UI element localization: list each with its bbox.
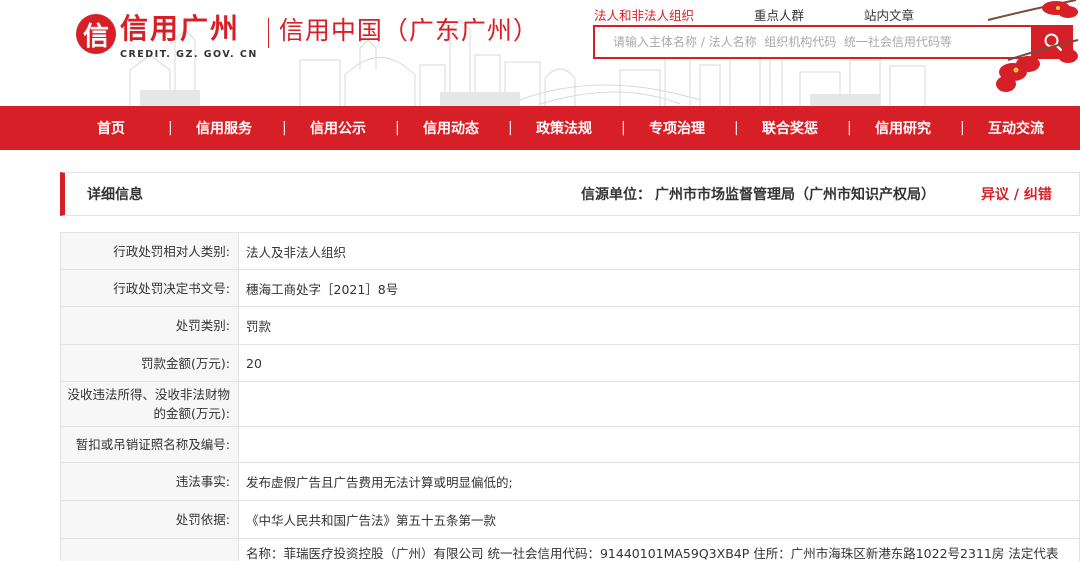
site-header: 信 信用广州 CREDIT. GZ. GOV. CN 信用中国（广东广州） 法人… (0, 0, 1080, 106)
objection-correction-link[interactable]: 异议 / 纠错 (981, 184, 1052, 204)
search-tab-site-articles[interactable]: 站内文章 (864, 5, 914, 24)
row-value (238, 426, 1080, 463)
nav-credit-publicity[interactable]: 信用公示 (310, 118, 366, 138)
logo-title: 信用广州 (120, 12, 241, 45)
table-row: 违法事实: 发布虚假广告且广告费用无法计算或明显偏低的; (60, 462, 1080, 501)
table-row: 处罚依据: 《中华人民共和国广告法》第五十五条第一款 (60, 500, 1080, 539)
site-logo[interactable]: 信 信用广州 CREDIT. GZ. GOV. CN 信用中国（广东广州） (76, 12, 539, 72)
table-row: 行政处罚决定书文号: 穗海工商处字［2021］8号 (60, 269, 1080, 307)
row-label: 没收违法所得、没收非法财物的金额(万元): (60, 381, 239, 427)
kapok-flower-decoration (987, 0, 1079, 92)
nav-separator: | (621, 120, 626, 136)
row-label: 行政处罚相对人类别: (60, 232, 239, 270)
search-box (593, 25, 1033, 59)
row-label: 行政处罚决定书文号: (60, 269, 239, 307)
main-nav: 首页 | 信用服务 | 信用公示 | 信用动态 | 政策法规 | 专项治理 | … (0, 106, 1080, 150)
row-label: 处罚依据: (60, 500, 239, 539)
nav-credit-services[interactable]: 信用服务 (196, 118, 252, 138)
row-value: 《中华人民共和国广告法》第五十五条第一款 (238, 500, 1080, 539)
row-label: 违法事实: (60, 462, 239, 501)
nav-separator: | (734, 120, 739, 136)
row-label: 暂扣或吊销证照名称及编号: (60, 426, 239, 463)
source-label: 信源单位： (581, 187, 651, 203)
row-value: 穗海工商处字［2021］8号 (238, 269, 1080, 307)
nav-joint-rewards[interactable]: 联合奖惩 (762, 118, 818, 138)
row-value: 罚款 (238, 306, 1080, 345)
search-input[interactable] (595, 27, 1031, 57)
row-value: 发布虚假广告且广告费用无法计算或明显偏低的; (238, 462, 1080, 501)
search-tabs: 法人和非法人组织 重点人群 站内文章 (594, 5, 974, 24)
source-value: 广州市市场监督管理局（广州市知识产权局） (655, 187, 935, 203)
nav-special-governance[interactable]: 专项治理 (649, 118, 705, 138)
nav-credit-research[interactable]: 信用研究 (875, 118, 931, 138)
table-row: 没收违法所得、没收非法财物的金额(万元): (60, 381, 1080, 427)
nav-separator: | (847, 120, 852, 136)
row-value: 名称：菲瑞医疗投资控股（广州）有限公司 统一社会信用代码：91440101MA5… (238, 538, 1080, 561)
row-label (60, 538, 239, 561)
table-row: 处罚类别: 罚款 (60, 306, 1080, 345)
table-row: 行政处罚相对人类别: 法人及非法人组织 (60, 232, 1080, 270)
nav-home[interactable]: 首页 (97, 118, 125, 138)
row-label: 罚款金额(万元): (60, 344, 239, 382)
row-value: 20 (238, 344, 1080, 382)
logo-mark: 信 (76, 14, 116, 54)
nav-separator: | (282, 120, 287, 136)
nav-credit-news[interactable]: 信用动态 (423, 118, 479, 138)
nav-policies[interactable]: 政策法规 (536, 118, 592, 138)
nav-separator: | (168, 120, 173, 136)
nav-separator: | (960, 120, 965, 136)
logo-divider (267, 18, 269, 48)
search-tab-key-groups[interactable]: 重点人群 (754, 5, 804, 24)
table-row: 暂扣或吊销证照名称及编号: (60, 426, 1080, 463)
nav-separator: | (395, 120, 400, 136)
search-tab-organizations[interactable]: 法人和非法人组织 (594, 5, 694, 24)
detail-panel-header: 详细信息 信源单位： 广州市市场监督管理局（广州市知识产权局） 异议 / 纠错 (60, 172, 1080, 216)
table-row: 罚款金额(万元): 20 (60, 344, 1080, 382)
table-row: 名称：菲瑞医疗投资控股（广州）有限公司 统一社会信用代码：91440101MA5… (60, 538, 1080, 561)
row-value: 法人及非法人组织 (238, 232, 1080, 270)
penalty-detail-table: 行政处罚相对人类别: 法人及非法人组织 行政处罚决定书文号: 穗海工商处字［20… (60, 232, 1080, 561)
logo-domain: CREDIT. GZ. GOV. CN (120, 49, 258, 60)
region-title: 信用中国（广东广州） (278, 16, 539, 45)
panel-title: 详细信息 (87, 187, 143, 203)
row-value (238, 381, 1080, 427)
nav-interaction[interactable]: 互动交流 (988, 118, 1044, 138)
nav-separator: | (508, 120, 513, 136)
row-label: 处罚类别: (60, 306, 239, 345)
